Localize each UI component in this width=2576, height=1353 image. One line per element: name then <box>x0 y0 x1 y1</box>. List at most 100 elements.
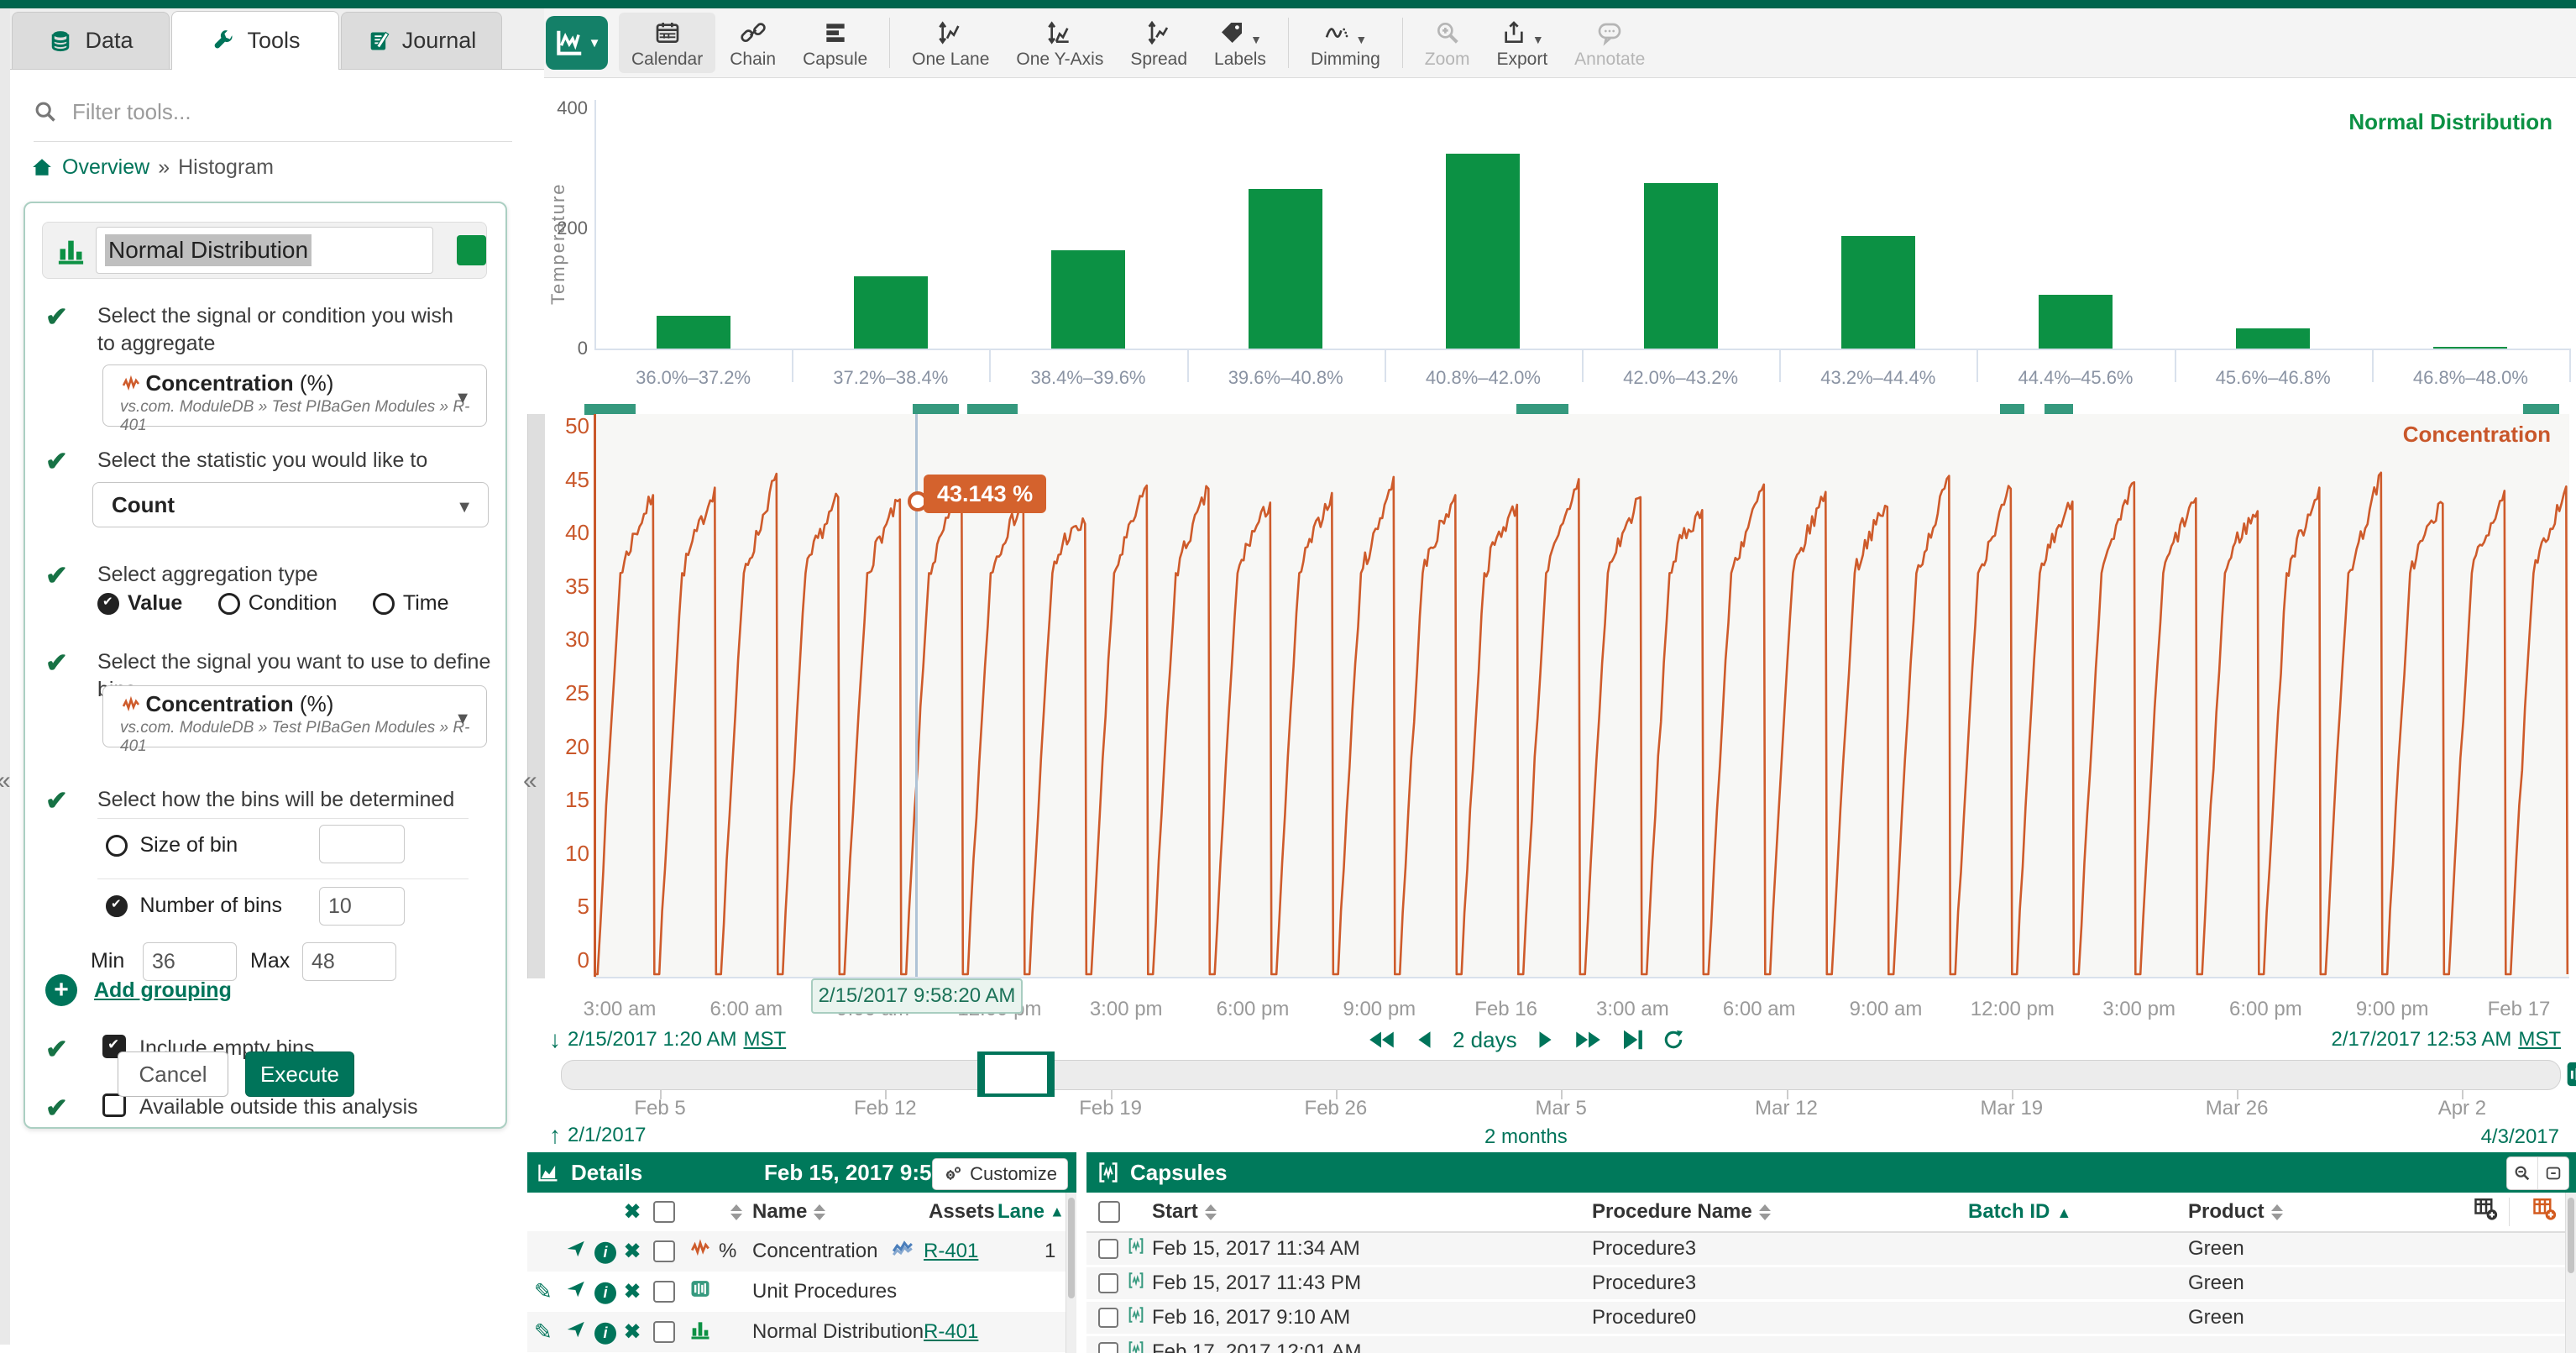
row-checkbox[interactable] <box>1098 1239 1118 1259</box>
edit-icon[interactable]: ✎ <box>534 1319 552 1345</box>
step-forward-fast-icon[interactable] <box>1573 1027 1603 1052</box>
histogram-bar[interactable] <box>1841 236 1915 349</box>
scrollbar-thumb[interactable] <box>2568 1198 2574 1273</box>
zoom-out-button[interactable] <box>2507 1157 2537 1189</box>
view-selector-button[interactable]: ▼ <box>546 16 608 70</box>
time-scrollbar-handle[interactable] <box>977 1051 1055 1097</box>
tool-name-input[interactable]: Normal Distribution <box>96 227 433 274</box>
item-name[interactable]: Unit Procedures <box>752 1280 897 1303</box>
trend-collapse-strip[interactable]: « <box>527 414 545 978</box>
histogram-bar[interactable] <box>1644 183 1718 349</box>
toolbar-capsule-button[interactable]: Capsule <box>790 13 880 73</box>
asset-link[interactable]: R-401 <box>924 1320 978 1344</box>
row-checkbox[interactable] <box>1098 1308 1118 1328</box>
details-scrollbar[interactable] <box>1065 1193 1076 1353</box>
add-grouping-link[interactable]: Add grouping <box>94 978 232 1003</box>
step-forward-icon[interactable] <box>1534 1027 1556 1052</box>
select-all-checkbox[interactable] <box>653 1201 675 1223</box>
filter-tools-input[interactable] <box>71 98 443 126</box>
histogram-bar[interactable] <box>1249 189 1322 349</box>
toolbar-labels-button[interactable]: ▼Labels <box>1202 13 1279 73</box>
capsules-scrollbar[interactable] <box>2565 1193 2576 1353</box>
asset-link[interactable]: R-401 <box>924 1240 978 1263</box>
toolbar-chain-button[interactable]: Chain <box>717 13 788 73</box>
trend-signal-plot[interactable] <box>594 414 2569 978</box>
remove-icon[interactable]: ✖ <box>624 1240 641 1264</box>
send-to-trend-icon[interactable] <box>565 1319 587 1346</box>
send-to-trend-icon[interactable] <box>565 1278 587 1306</box>
details-row[interactable]: i✖%ConcentrationR-4011 <box>527 1231 1066 1272</box>
details-row[interactable]: ✎ i ✖ Unit Procedures <box>527 1272 1066 1312</box>
tab-tools[interactable]: Tools <box>171 11 339 70</box>
aggregate-signal-dropdown[interactable]: Concentration (%) vs.com. ModuleDB » Tes… <box>102 364 487 427</box>
row-checkbox[interactable] <box>653 1240 675 1262</box>
toolbar-spread-button[interactable]: Spread <box>1118 13 1200 73</box>
tab-data[interactable]: Data <box>12 12 170 69</box>
remove-all-icon[interactable]: ✖ <box>624 1200 641 1225</box>
scrollbar-trend-icon[interactable] <box>2563 1057 2576 1096</box>
concentration-signal-path[interactable] <box>594 473 2568 974</box>
histogram-bar[interactable] <box>2236 328 2310 349</box>
size-of-bin-input[interactable] <box>319 825 405 863</box>
breadcrumb-overview[interactable]: Overview <box>62 155 149 180</box>
refresh-icon[interactable] <box>1662 1028 1685 1051</box>
radio-time[interactable] <box>373 593 395 615</box>
tab-journal[interactable]: Journal <box>341 12 502 69</box>
add-column-orange-icon[interactable] <box>2532 1197 2558 1228</box>
toolbar-dimming-button[interactable]: ▼Dimming <box>1298 13 1393 73</box>
histogram-bar[interactable] <box>1051 250 1125 349</box>
toolbar-one-y-axis-button[interactable]: One Y-Axis <box>1003 13 1116 73</box>
column-name[interactable]: Name <box>752 1200 825 1224</box>
range-end-tz[interactable]: MST <box>2518 1028 2561 1051</box>
sort-icon[interactable] <box>724 1200 742 1224</box>
customize-button[interactable]: Customize <box>932 1158 1068 1190</box>
collapse-left-icon[interactable]: « <box>0 768 11 794</box>
edit-icon[interactable]: ✎ <box>534 1279 552 1305</box>
asset-swap-icon[interactable] <box>890 1238 915 1266</box>
info-icon[interactable]: i <box>594 1280 616 1304</box>
step-back-icon[interactable] <box>1414 1027 1436 1052</box>
number-of-bins-input[interactable] <box>319 887 405 926</box>
range-duration-label[interactable]: 2 days <box>1453 1027 1517 1053</box>
remove-icon[interactable]: ✖ <box>624 1320 641 1345</box>
capsule-row[interactable]: Feb 15, 2017 11:43 PMProcedure3Green <box>1086 1267 2566 1299</box>
capsule-row[interactable]: Feb 16, 2017 9:10 AMProcedure0Green <box>1086 1302 2566 1334</box>
remove-icon[interactable]: ✖ <box>624 1280 641 1304</box>
row-checkbox[interactable] <box>1098 1273 1118 1293</box>
bins-signal-dropdown[interactable]: Concentration (%) vs.com. ModuleDB » Tes… <box>102 685 487 747</box>
collapse-panel-button[interactable] <box>2537 1157 2568 1189</box>
color-swatch[interactable] <box>457 235 486 265</box>
histogram-bar[interactable] <box>854 276 928 349</box>
details-row[interactable]: ✎i✖Normal DistributionR-401 <box>527 1312 1066 1352</box>
row-checkbox[interactable] <box>1098 1342 1118 1353</box>
toolbar-one-lane-button[interactable]: One Lane <box>899 13 1002 73</box>
capsule-row[interactable]: Feb 17, 2017 12:01 AM <box>1086 1336 2566 1353</box>
row-checkbox[interactable] <box>653 1281 675 1303</box>
time-scrollbar-track[interactable] <box>561 1060 2561 1090</box>
step-to-end-icon[interactable] <box>1620 1027 1645 1052</box>
column-batch-id[interactable]: Batch ID▲ <box>1968 1200 2071 1224</box>
capsule-row[interactable]: Feb 15, 2017 11:34 AMProcedure3Green <box>1086 1233 2566 1265</box>
toolbar-export-button[interactable]: ▼Export <box>1484 13 1560 73</box>
step-back-fast-icon[interactable] <box>1367 1027 1397 1052</box>
collapse-trend-icon[interactable]: « <box>523 768 537 794</box>
column-product[interactable]: Product <box>2188 1200 2283 1224</box>
histogram-bar[interactable] <box>657 316 730 349</box>
radio-condition[interactable] <box>218 593 240 615</box>
radio-size-of-bin[interactable] <box>106 835 128 857</box>
statistic-dropdown[interactable]: Count ▼ <box>92 482 489 527</box>
add-grouping-row[interactable]: + Add grouping <box>45 974 465 1006</box>
scrollbar-thumb[interactable] <box>1068 1198 1075 1298</box>
item-name[interactable]: Normal Distribution <box>752 1320 924 1344</box>
column-start[interactable]: Start <box>1152 1200 1217 1224</box>
histogram-bar[interactable] <box>2433 347 2507 349</box>
column-procedure-name[interactable]: Procedure Name <box>1592 1200 1771 1224</box>
row-checkbox[interactable] <box>653 1321 675 1343</box>
add-column-icon[interactable] <box>2474 1197 2499 1228</box>
available-outside-checkbox[interactable] <box>102 1093 126 1117</box>
cancel-button[interactable]: Cancel <box>118 1051 228 1097</box>
histogram-bar[interactable] <box>2039 295 2113 349</box>
range-start-tz[interactable]: MST <box>744 1028 787 1051</box>
histogram-bar[interactable] <box>1446 154 1520 349</box>
send-to-trend-icon[interactable] <box>565 1238 587 1266</box>
